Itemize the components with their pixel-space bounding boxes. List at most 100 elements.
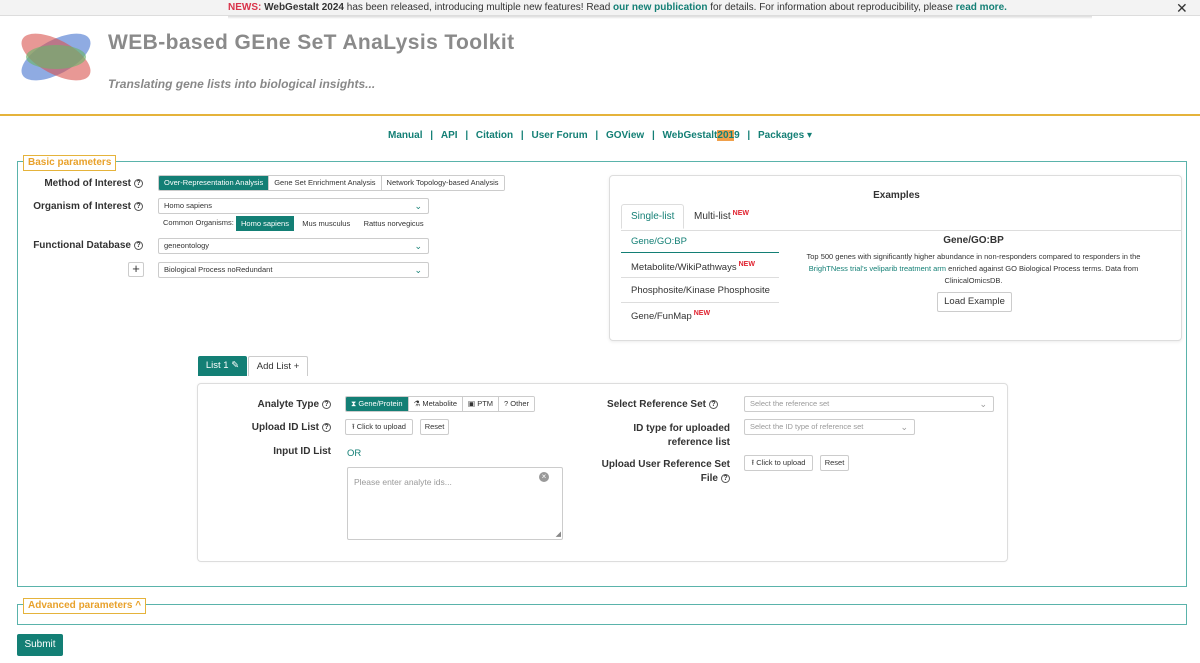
question-icon: ? xyxy=(504,399,509,408)
organism-select[interactable]: Homo sapiens ⌄ xyxy=(158,198,429,214)
analyte-type-label: Analyte Type? xyxy=(210,399,331,410)
tab-list-1[interactable]: List 1 ✎ xyxy=(198,356,247,376)
database-label-text: Functional Database xyxy=(33,240,131,251)
load-example-button[interactable]: Load Example xyxy=(937,292,1012,312)
method-ntba[interactable]: Network Topology-based Analysis xyxy=(381,176,504,190)
help-icon[interactable]: ? xyxy=(322,400,331,409)
nav-separator: | xyxy=(520,130,524,141)
analyte-metabolite[interactable]: ⚗ Metabolite xyxy=(408,397,463,411)
plus-icon: + xyxy=(293,361,300,372)
help-icon[interactable]: ? xyxy=(134,202,143,211)
tab-multi-list-label: Multi-list xyxy=(694,211,731,222)
chevron-down-icon: ⌄ xyxy=(414,241,422,251)
nav-packages[interactable]: Packages ▾ xyxy=(758,130,812,141)
database-subset-select[interactable]: Biological Process noRedundant ⌄ xyxy=(158,262,429,278)
help-icon[interactable]: ? xyxy=(134,241,143,250)
method-gsea[interactable]: Gene Set Enrichment Analysis xyxy=(269,176,382,190)
user-reference-label-line2: File xyxy=(700,473,718,484)
nav-goview[interactable]: GOView xyxy=(606,130,644,141)
upload-reference-label: Click to upload xyxy=(756,458,806,467)
analyte-type-selector: ⧗ Gene/Protein ⚗ Metabolite ▣ PTM ? Othe… xyxy=(345,396,536,412)
example-gene-gobp[interactable]: Gene/GO:BP xyxy=(631,236,687,247)
organism-label: Organism of Interest? xyxy=(20,201,143,212)
upload-icon: ⭱ xyxy=(751,458,755,467)
basic-parameters-legend[interactable]: Basic parameters xyxy=(23,155,117,171)
examples-scroll-edge xyxy=(1181,231,1182,317)
publication-link[interactable]: our new publication xyxy=(613,2,707,13)
close-icon[interactable]: ✕ xyxy=(1176,1,1188,15)
help-icon[interactable]: ? xyxy=(709,400,718,409)
brightness-trial-link[interactable]: BrighTNess trial's veliparib treatment a… xyxy=(809,264,946,273)
resize-grip-icon[interactable]: ◢ xyxy=(556,531,561,538)
site-title: WEB-based GEne SeT AnaLysis Toolkit xyxy=(108,31,515,54)
method-label: Method of Interest? xyxy=(20,178,143,189)
analyte-gene-protein-label: Gene/Protein xyxy=(358,399,403,408)
chevron-down-icon: ⌄ xyxy=(979,399,987,409)
nav-manual[interactable]: Manual xyxy=(388,130,422,141)
nav-separator: | xyxy=(747,130,751,141)
organism-label-text: Organism of Interest xyxy=(33,201,131,212)
site-subtitle: Translating gene lists into biological i… xyxy=(108,77,376,91)
chevron-down-icon: ⌄ xyxy=(414,201,422,211)
analyte-ptm[interactable]: ▣ PTM xyxy=(463,397,500,411)
nav-user-forum[interactable]: User Forum xyxy=(532,130,588,141)
upload-reference-button[interactable]: ⭱ Click to upload xyxy=(744,455,813,471)
read-more-link[interactable]: read more. xyxy=(956,2,1007,13)
ptm-icon: ▣ xyxy=(468,399,476,408)
add-database-button[interactable]: + xyxy=(128,262,144,277)
webgestalt-logo xyxy=(21,33,91,81)
analyte-ptm-label: PTM xyxy=(477,399,494,408)
upload-id-list-button[interactable]: ⭱ Click to upload xyxy=(345,419,413,435)
reference-set-select[interactable]: Select the reference set ⌄ xyxy=(744,396,994,412)
advanced-parameters-legend[interactable]: Advanced parameters ^ xyxy=(23,598,147,614)
upload-icon: ⭱ xyxy=(352,422,355,431)
header-divider xyxy=(0,114,1200,116)
chevron-down-icon: ⌄ xyxy=(414,265,422,275)
id-type-label-line2: reference list xyxy=(667,437,730,448)
help-icon[interactable]: ? xyxy=(134,179,143,188)
upload-label: Click to upload xyxy=(356,422,406,431)
clear-icon[interactable]: × xyxy=(539,472,549,482)
example-active-underline xyxy=(621,252,779,253)
example-metabolite-wikipathways[interactable]: Metabolite/WikiPathways NEW xyxy=(631,261,755,273)
database-subset-value: Biological Process noRedundant xyxy=(164,265,273,274)
example-phosphosite[interactable]: Phosphosite/Kinase Phosphosite xyxy=(631,285,770,296)
tab-single-list[interactable]: Single-list xyxy=(621,204,685,229)
pencil-icon[interactable]: ✎ xyxy=(231,360,239,371)
submit-button[interactable]: Submit xyxy=(17,634,63,656)
example-desc-text-3: ClinicalOmicsDB. xyxy=(944,276,1003,285)
reset-id-list-button[interactable]: Reset xyxy=(420,419,449,435)
organism-rattus-norvegicus[interactable]: Rattus norvegicus xyxy=(359,216,429,231)
database-select[interactable]: geneontology ⌄ xyxy=(158,238,429,254)
news-text-2: for details. For information about repro… xyxy=(707,2,956,13)
organism-mus-musculus[interactable]: Mus musculus xyxy=(297,216,355,231)
add-list-label: Add List xyxy=(256,361,292,372)
nav-separator: | xyxy=(465,130,469,141)
analyte-gene-protein[interactable]: ⧗ Gene/Protein xyxy=(346,397,409,411)
new-badge: NEW xyxy=(693,310,711,317)
example-gene-funmap[interactable]: Gene/FunMap NEW xyxy=(631,310,710,322)
user-reference-label-line1: Upload User Reference Set xyxy=(601,459,730,470)
news-tag: NEWS: xyxy=(228,2,262,13)
reference-set-label-text: Select Reference Set xyxy=(607,399,706,410)
help-icon[interactable]: ? xyxy=(721,474,730,483)
upload-id-list-label: Upload ID List? xyxy=(210,422,331,433)
tab-multi-list[interactable]: Multi-list NEW xyxy=(694,210,749,222)
reset-reference-button[interactable]: Reset xyxy=(820,455,849,471)
method-ora[interactable]: Over-Representation Analysis xyxy=(159,176,270,190)
textarea-placeholder: Please enter analyte ids... xyxy=(354,477,452,487)
new-badge: NEW xyxy=(738,261,755,268)
id-type-select[interactable]: Select the ID type of reference set ⌄ xyxy=(744,419,915,435)
analyte-other-label: Other xyxy=(510,399,530,408)
example-metabolite-label: Metabolite/WikiPathways xyxy=(631,262,737,273)
news-text: has been released, introducing multiple … xyxy=(343,2,614,13)
nav-api[interactable]: API xyxy=(441,130,458,141)
nav-citation[interactable]: Citation xyxy=(476,130,513,141)
common-organisms-label: Common Organisms: xyxy=(163,218,234,227)
add-list-button[interactable]: Add List + xyxy=(248,356,308,376)
help-icon[interactable]: ? xyxy=(322,423,331,432)
nav-webgestalt-2019[interactable]: WebGestalt 2019 xyxy=(663,130,740,141)
analyte-ids-textarea[interactable]: Please enter analyte ids... × ◢ xyxy=(347,467,563,540)
analyte-other[interactable]: ? Other xyxy=(499,397,535,411)
organism-homo-sapiens[interactable]: Homo sapiens xyxy=(236,216,294,231)
